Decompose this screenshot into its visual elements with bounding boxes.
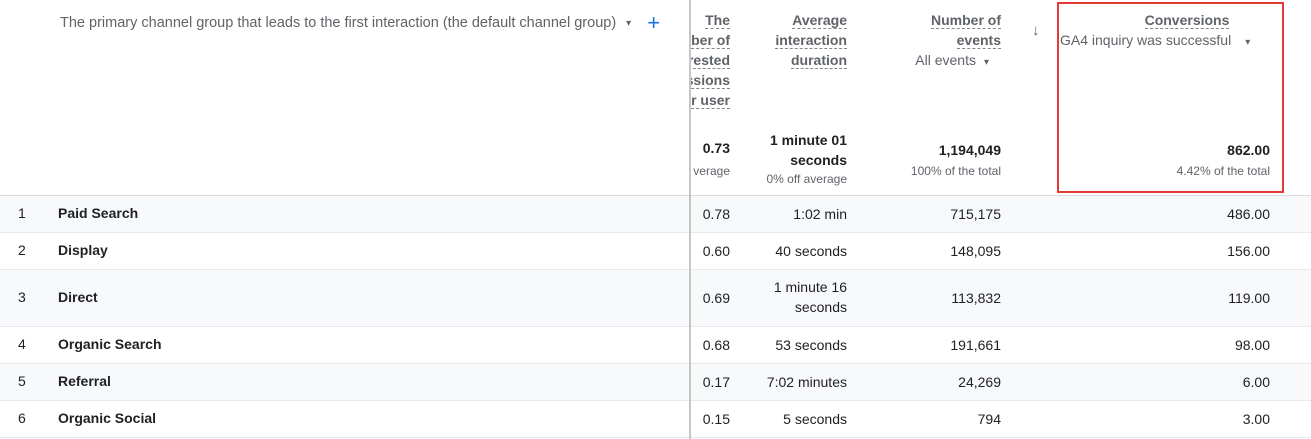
channel-name: Organic Social [58,410,157,426]
avg-engagement-cell: 7:02 minutes [766,374,847,390]
event-count-cell: 24,269 [958,374,1001,390]
conversions-cell: 3.00 [1242,411,1270,427]
metric-header-line: r user [691,92,730,109]
table-row[interactable]: 3 Direct 0.69 1 minute 16 seconds 113,83… [0,270,1311,327]
row-index: 1 [18,205,26,221]
event-count-total: 1,194,049 [938,142,1001,158]
engaged-sessions-cell: 0.15 [702,411,730,427]
engaged-sessions-cell: 0.69 [702,290,730,306]
dimension-header-label: The primary channel group that leads to … [60,15,617,31]
column-divider[interactable] [689,0,691,439]
table-row[interactable]: 6 Organic Social 0.15 5 seconds 794 3.00 [0,401,1311,438]
engaged-sessions-cell: 0.60 [702,243,730,259]
chevron-down-icon: ▾ [983,57,989,68]
event-count-cell: 191,661 [950,337,1001,353]
event-selector-label: All events [915,52,976,68]
conversions-cell: 486.00 [1227,206,1270,222]
table-row[interactable]: 1 Paid Search 0.78 1:02 min 715,175 486.… [0,196,1311,233]
chevron-down-icon[interactable]: ▾ [626,18,631,29]
event-count-total-sub: 100% of the total [910,164,1001,178]
metric-header-line: Number of [931,12,1001,29]
avg-engagement-total-sub: 0% off average [766,172,847,186]
row-index: 3 [18,289,26,305]
avg-engagement-cell: 1 minute 16 [773,279,847,295]
metric-header-line: ssions [691,72,730,89]
channel-name: Referral [58,373,111,389]
event-selector[interactable]: All events ▾ [880,52,989,68]
engaged-sessions-total: 0.73 [702,140,730,156]
engaged-sessions-total-sub: verage [693,164,730,178]
engaged-sessions-column-header[interactable]: The ber of rested ssions r user 0.73 ver… [691,0,736,196]
channel-name: Direct [58,289,98,305]
row-index: 2 [18,242,26,258]
row-index: 4 [18,336,26,352]
avg-engagement-cell: seconds [794,299,847,315]
event-count-column-header[interactable]: Number of events All events ▾ 1,194,049 1… [880,0,1001,196]
table-row[interactable]: 4 Organic Search 0.68 53 seconds 191,661… [0,327,1311,364]
engaged-sessions-cell: 0.17 [702,374,730,390]
row-index: 5 [18,373,26,389]
event-count-cell: 113,832 [951,290,1001,306]
metric-header-line: rested [691,52,730,69]
metric-header-line: The [705,12,730,29]
channel-name: Paid Search [58,205,139,221]
avg-engagement-cell: 1:02 min [793,206,847,222]
metric-header-line: Average [792,12,847,29]
conversions-cell: 119.00 [1228,290,1270,306]
avg-engagement-cell: 53 seconds [775,337,847,353]
conversions-cell: 6.00 [1242,374,1270,390]
table-row[interactable]: 2 Display 0.60 40 seconds 148,095 156.00 [0,233,1311,270]
event-count-cell: 715,175 [950,206,1001,222]
metric-header-line: ber of [691,32,730,49]
avg-engagement-column-header[interactable]: Average interaction duration 1 minute 01… [740,0,847,196]
dimension-header[interactable]: The primary channel group that leads to … [60,12,660,34]
event-count-cell: 794 [977,411,1001,427]
avg-engagement-total-line: seconds [790,152,847,168]
event-count-cell: 148,095 [950,243,1001,259]
engaged-sessions-cell: 0.68 [702,337,730,353]
engaged-sessions-cell: 0.78 [702,206,730,222]
metric-header-line: interaction [775,32,847,49]
avg-engagement-total-line: 1 minute 01 [769,132,847,148]
conversions-highlight-box [1057,2,1284,193]
channel-name: Organic Search [58,336,162,352]
avg-engagement-cell: 40 seconds [775,243,847,259]
table-body: 1 Paid Search 0.78 1:02 min 715,175 486.… [0,196,1311,438]
table-header: The primary channel group that leads to … [0,0,1311,196]
table-row[interactable]: 5 Referral 0.17 7:02 minutes 24,269 6.00 [0,364,1311,401]
sort-descending-icon[interactable]: ↓ [1032,22,1040,39]
conversions-cell: 98.00 [1234,337,1270,353]
metric-header-line: events [956,32,1001,49]
row-index: 6 [18,410,26,426]
metric-header-line: duration [791,52,847,69]
conversions-cell: 156.00 [1227,243,1270,259]
add-dimension-icon[interactable]: + [647,12,660,34]
avg-engagement-cell: 5 seconds [783,411,847,427]
channel-name: Display [58,242,108,258]
